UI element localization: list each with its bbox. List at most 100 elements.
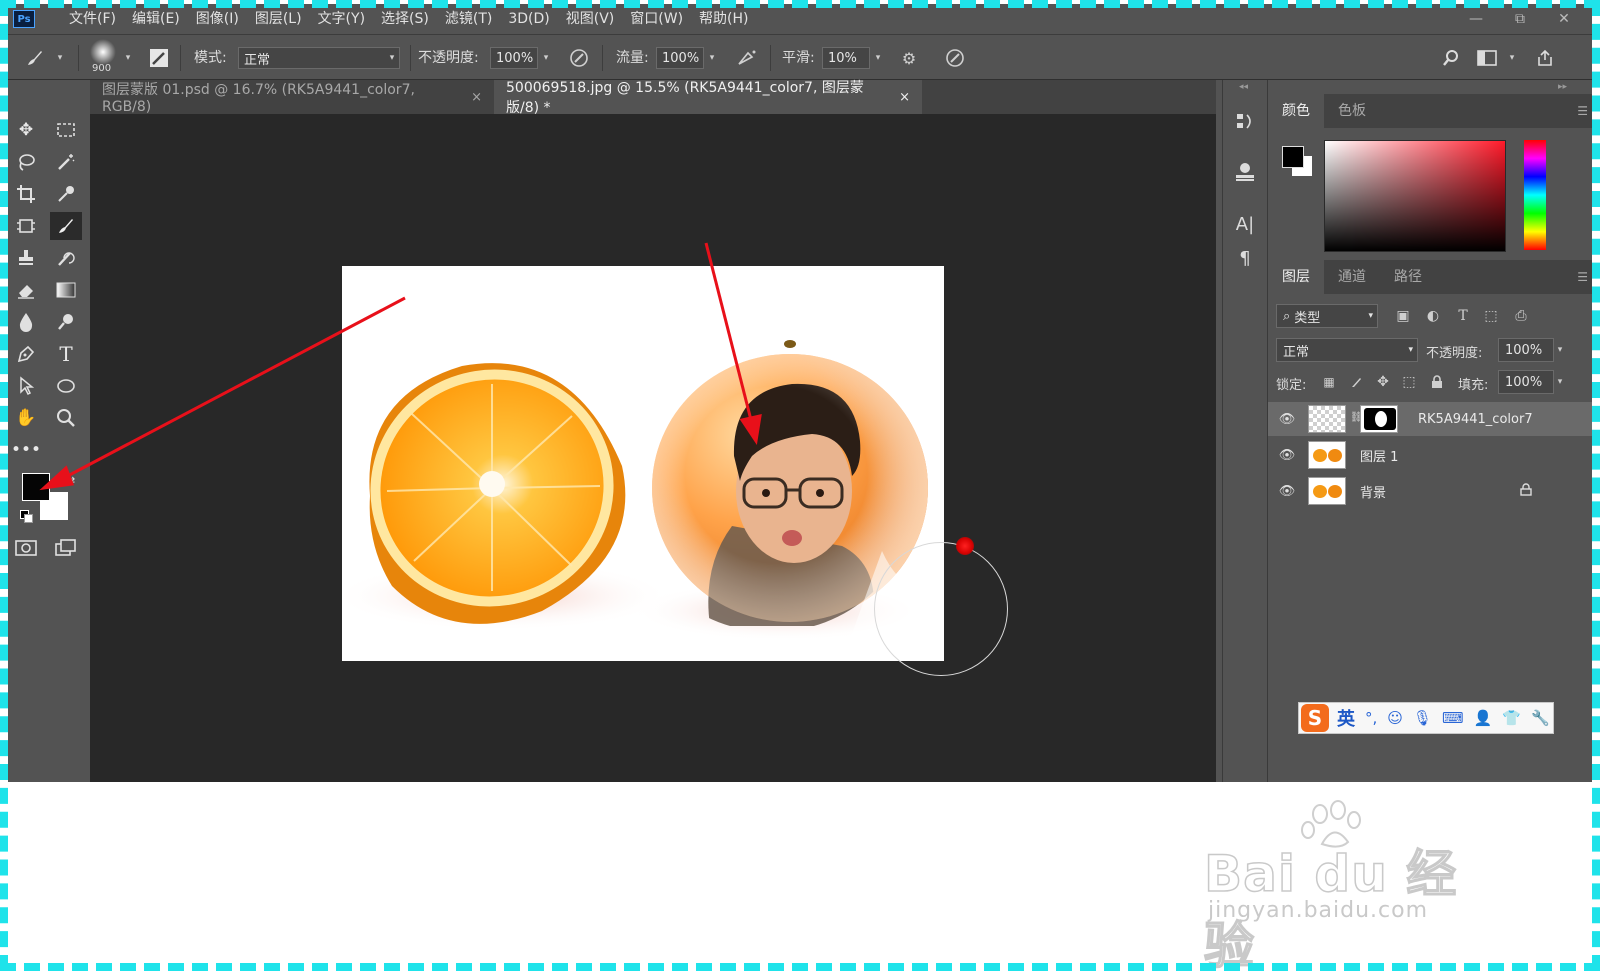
frame-tool-icon[interactable] xyxy=(10,212,42,240)
screen-mode-icon[interactable] xyxy=(50,534,82,562)
tab-orange-jpg[interactable]: 500069518.jpg @ 15.5% (RK5A9441_color7, … xyxy=(494,80,922,116)
tab-mask-psd[interactable]: 图层蒙版 01.psd @ 16.7% (RK5A9441_color7, RG… xyxy=(90,80,494,115)
tool-preset-dropdown-icon[interactable]: ▾ xyxy=(52,47,68,69)
layer-row[interactable]: 👁 图层 1 xyxy=(1268,438,1592,472)
user-icon[interactable]: 👤 xyxy=(1474,709,1493,727)
properties-panel-icon[interactable] xyxy=(1230,158,1260,186)
zoom-tool-icon[interactable] xyxy=(50,404,82,432)
menu-help[interactable]: 帮助(H) xyxy=(691,4,756,34)
menu-filter[interactable]: 滤镜(T) xyxy=(437,4,500,34)
filter-type-icon[interactable]: T xyxy=(1452,305,1474,327)
move-tool-icon[interactable]: ✥ xyxy=(10,116,42,144)
gear-icon[interactable]: ⚙ xyxy=(896,45,922,71)
blend-mode-select[interactable]: 正常 ▾ xyxy=(1276,338,1418,362)
lock-transparency-icon[interactable]: ▦ xyxy=(1318,371,1340,393)
swap-colors-icon[interactable]: ⇄ xyxy=(66,474,75,487)
smoothing-input[interactable]: 10% xyxy=(822,47,870,69)
tab-layers[interactable]: 图层 xyxy=(1268,260,1324,294)
mode-select[interactable]: 正常 xyxy=(238,47,400,69)
layer-row[interactable]: 👁 背景 xyxy=(1268,474,1592,508)
menu-type[interactable]: 文字(Y) xyxy=(310,4,373,34)
brush-tool-preset-icon[interactable] xyxy=(22,45,48,71)
visibility-eye-icon[interactable]: 👁 xyxy=(1276,412,1298,427)
search-icon[interactable] xyxy=(1438,45,1464,71)
menu-select[interactable]: 选择(S) xyxy=(373,4,437,34)
emoji-icon[interactable]: ☺ xyxy=(1387,709,1403,727)
panel-foreground-swatch[interactable] xyxy=(1282,146,1304,168)
path-selection-tool-icon[interactable] xyxy=(10,372,42,400)
restore-button[interactable]: ⧉ xyxy=(1498,11,1542,27)
lock-all-icon[interactable] xyxy=(1426,371,1448,393)
visibility-eye-icon[interactable]: 👁 xyxy=(1276,448,1298,463)
panel-menu-icon[interactable]: ☰ xyxy=(1577,270,1588,284)
layer-row[interactable]: 👁 ⛓ RK5A9441_color7 xyxy=(1268,402,1592,436)
visibility-eye-icon[interactable]: 👁 xyxy=(1276,484,1298,499)
default-colors-icon[interactable] xyxy=(20,510,33,523)
blur-tool-icon[interactable] xyxy=(10,308,42,336)
skin-icon[interactable]: 👕 xyxy=(1502,709,1521,727)
ime-mode-label[interactable]: 英 xyxy=(1337,705,1355,731)
panel-menu-icon[interactable]: ☰ xyxy=(1577,104,1588,118)
punctuation-icon[interactable]: °, xyxy=(1365,709,1377,727)
close-window-button[interactable]: ✕ xyxy=(1542,11,1586,27)
layer-opacity-input[interactable]: 100% xyxy=(1498,338,1554,362)
fill-input[interactable]: 100% xyxy=(1498,370,1554,394)
opacity-dropdown-icon[interactable]: ▾ xyxy=(538,47,554,69)
stamp-tool-icon[interactable] xyxy=(10,244,42,272)
pen-tool-icon[interactable] xyxy=(10,340,42,368)
layer-opacity-dropdown-icon[interactable]: ▾ xyxy=(1552,339,1568,361)
filter-shape-icon[interactable]: ⬚ xyxy=(1480,305,1502,327)
history-panel-icon[interactable] xyxy=(1230,108,1260,136)
lasso-tool-icon[interactable] xyxy=(10,148,42,176)
brush-settings-toggle-icon[interactable] xyxy=(146,45,172,71)
eraser-tool-icon[interactable] xyxy=(10,276,42,304)
canvas-area[interactable] xyxy=(90,114,1216,782)
layer-mask-thumbnail[interactable] xyxy=(1360,405,1398,433)
type-tool-icon[interactable]: T xyxy=(50,340,82,368)
tab-paths[interactable]: 路径 xyxy=(1380,260,1436,294)
workspace-icon[interactable] xyxy=(1474,45,1500,71)
lock-paint-icon[interactable] xyxy=(1346,371,1368,393)
document-canvas[interactable] xyxy=(342,266,944,661)
wrench-icon[interactable]: 🔧 xyxy=(1531,709,1550,727)
menu-file[interactable]: 文件(F) xyxy=(61,4,124,34)
foreground-color-swatch[interactable] xyxy=(22,473,50,501)
menu-view[interactable]: 视图(V) xyxy=(558,4,623,34)
hue-slider[interactable] xyxy=(1524,140,1546,250)
airbrush-icon[interactable] xyxy=(734,45,760,71)
tab-channels[interactable]: 通道 xyxy=(1324,260,1380,294)
crop-tool-icon[interactable] xyxy=(10,180,42,208)
workspace-dropdown-icon[interactable]: ▾ xyxy=(1504,47,1520,69)
close-tab-icon[interactable]: × xyxy=(471,90,482,105)
history-brush-tool-icon[interactable] xyxy=(50,244,82,272)
tab-color[interactable]: 颜色 xyxy=(1268,94,1324,128)
filter-smart-object-icon[interactable]: ⎙ xyxy=(1510,305,1532,327)
sogou-logo-icon[interactable]: S xyxy=(1301,704,1329,732)
more-tools-icon[interactable]: ••• xyxy=(10,436,42,464)
share-icon[interactable] xyxy=(1532,45,1558,71)
close-tab-icon[interactable]: × xyxy=(899,90,910,105)
minimize-button[interactable]: — xyxy=(1454,11,1498,27)
marquee-tool-icon[interactable] xyxy=(50,116,82,144)
opacity-input[interactable]: 100% xyxy=(490,47,538,69)
lock-artboard-icon[interactable]: ⬚ xyxy=(1398,371,1420,393)
lock-position-icon[interactable]: ✥ xyxy=(1372,371,1394,393)
flow-dropdown-icon[interactable]: ▾ xyxy=(704,47,720,69)
menu-edit[interactable]: 编辑(E) xyxy=(124,4,188,34)
smoothing-dropdown-icon[interactable]: ▾ xyxy=(870,47,886,69)
ellipse-tool-icon[interactable] xyxy=(50,372,82,400)
menu-window[interactable]: 窗口(W) xyxy=(622,4,691,34)
filter-adjustment-icon[interactable]: ◐ xyxy=(1422,305,1444,327)
microphone-icon[interactable]: 🎙 xyxy=(1413,709,1432,727)
brush-tool-icon[interactable] xyxy=(50,212,82,240)
flow-input[interactable]: 100% xyxy=(656,47,704,69)
brush-picker-dropdown-icon[interactable]: ▾ xyxy=(120,47,136,69)
character-panel-icon[interactable]: A| xyxy=(1230,210,1260,238)
tab-swatches[interactable]: 色板 xyxy=(1324,94,1380,128)
filter-pixel-icon[interactable]: ▣ xyxy=(1392,305,1414,327)
paragraph-panel-icon[interactable]: ¶ xyxy=(1230,244,1260,272)
keyboard-icon[interactable]: ⌨ xyxy=(1442,709,1464,727)
hand-tool-icon[interactable]: ✋ xyxy=(10,404,42,432)
layer-filter-select[interactable]: ⌕ 类型 ▾ xyxy=(1276,304,1378,328)
eyedropper-tool-icon[interactable] xyxy=(50,180,82,208)
